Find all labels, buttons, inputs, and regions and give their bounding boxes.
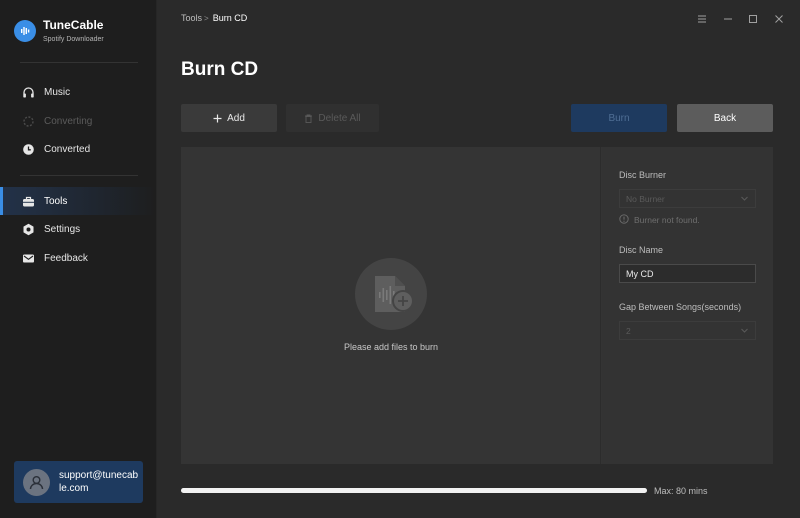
clock-icon <box>22 143 35 156</box>
sidebar-item-tools[interactable]: Tools <box>0 187 156 215</box>
capacity-label: Max: 80 mins <box>654 486 708 496</box>
account-email: support@tunecable.com <box>59 470 139 494</box>
sidebar-item-label: Converting <box>44 115 93 127</box>
gear-icon <box>22 223 35 236</box>
capacity-bar <box>181 488 647 493</box>
disc-name-value: My CD <box>626 268 654 279</box>
disc-name-input[interactable]: My CD <box>619 264 756 283</box>
mail-icon <box>22 252 35 265</box>
burn-button[interactable]: Burn <box>571 104 667 132</box>
audio-file-add-icon <box>375 276 414 312</box>
brand: TuneCable Spotify Downloader <box>14 18 104 43</box>
delete-all-button-label: Delete All <box>318 112 361 124</box>
sidebar: TuneCable Spotify Downloader Music Conve… <box>0 0 157 518</box>
breadcrumb-tools[interactable]: Tools <box>181 13 202 23</box>
close-icon[interactable] <box>772 12 786 26</box>
sidebar-item-label: Music <box>44 86 71 98</box>
breadcrumb-separator: > <box>204 13 209 23</box>
burner-warning-text: Burner not found. <box>634 215 700 225</box>
gap-select[interactable]: 2 <box>619 321 756 340</box>
chevron-down-icon <box>740 326 749 337</box>
burn-settings: Disc Burner No Burner Burner not found. … <box>602 147 773 464</box>
file-drop-zone[interactable]: Please add files to burn <box>181 147 601 464</box>
sidebar-divider <box>20 175 138 176</box>
brand-name: TuneCable <box>43 18 104 32</box>
headphones-icon <box>22 86 35 99</box>
avatar <box>23 468 50 496</box>
disc-burner-select[interactable]: No Burner <box>619 189 756 208</box>
trash-icon <box>304 114 313 123</box>
tunecable-logo-icon <box>14 19 36 42</box>
plus-icon <box>213 114 222 123</box>
breadcrumb: Tools > Burn CD <box>181 13 247 23</box>
sidebar-item-music[interactable]: Music <box>0 78 156 106</box>
drop-zone-hint: Please add files to burn <box>343 342 439 352</box>
sidebar-item-settings[interactable]: Settings <box>0 215 156 243</box>
delete-all-button[interactable]: Delete All <box>286 104 379 132</box>
menu-icon[interactable] <box>695 12 709 26</box>
sidebar-item-label: Feedback <box>44 252 88 264</box>
toolbox-icon <box>22 195 35 208</box>
add-files-button[interactable] <box>355 258 427 330</box>
disc-burner-label: Disc Burner <box>619 170 667 180</box>
add-button-label: Add <box>227 112 245 124</box>
sidebar-item-converting[interactable]: Converting <box>0 107 156 135</box>
sidebar-item-label: Converted <box>44 143 91 155</box>
account-card[interactable]: support@tunecable.com <box>14 461 143 503</box>
minimize-icon[interactable] <box>721 12 735 26</box>
sidebar-item-feedback[interactable]: Feedback <box>0 244 156 272</box>
back-button[interactable]: Back <box>677 104 773 132</box>
breadcrumb-current: Burn CD <box>212 13 248 23</box>
maximize-icon[interactable] <box>746 12 760 26</box>
chevron-down-icon <box>740 194 749 205</box>
burner-warning: Burner not found. <box>619 214 700 226</box>
disc-name-label: Disc Name <box>619 245 664 255</box>
page-title: Burn CD <box>181 59 259 80</box>
add-button[interactable]: Add <box>181 104 277 132</box>
gap-value: 2 <box>626 325 631 336</box>
sidebar-item-label: Settings <box>44 223 81 235</box>
capacity-bar-fill <box>181 488 647 493</box>
loading-icon <box>22 115 35 128</box>
sidebar-item-label: Tools <box>44 195 68 207</box>
gap-label: Gap Between Songs(seconds) <box>619 302 742 312</box>
burn-panel: Please add files to burn Disc Burner No … <box>181 147 773 464</box>
sidebar-divider <box>20 62 138 63</box>
brand-subtitle: Spotify Downloader <box>43 36 104 43</box>
info-icon <box>619 214 629 226</box>
sidebar-item-converted[interactable]: Converted <box>0 135 156 163</box>
disc-burner-value: No Burner <box>626 193 665 204</box>
